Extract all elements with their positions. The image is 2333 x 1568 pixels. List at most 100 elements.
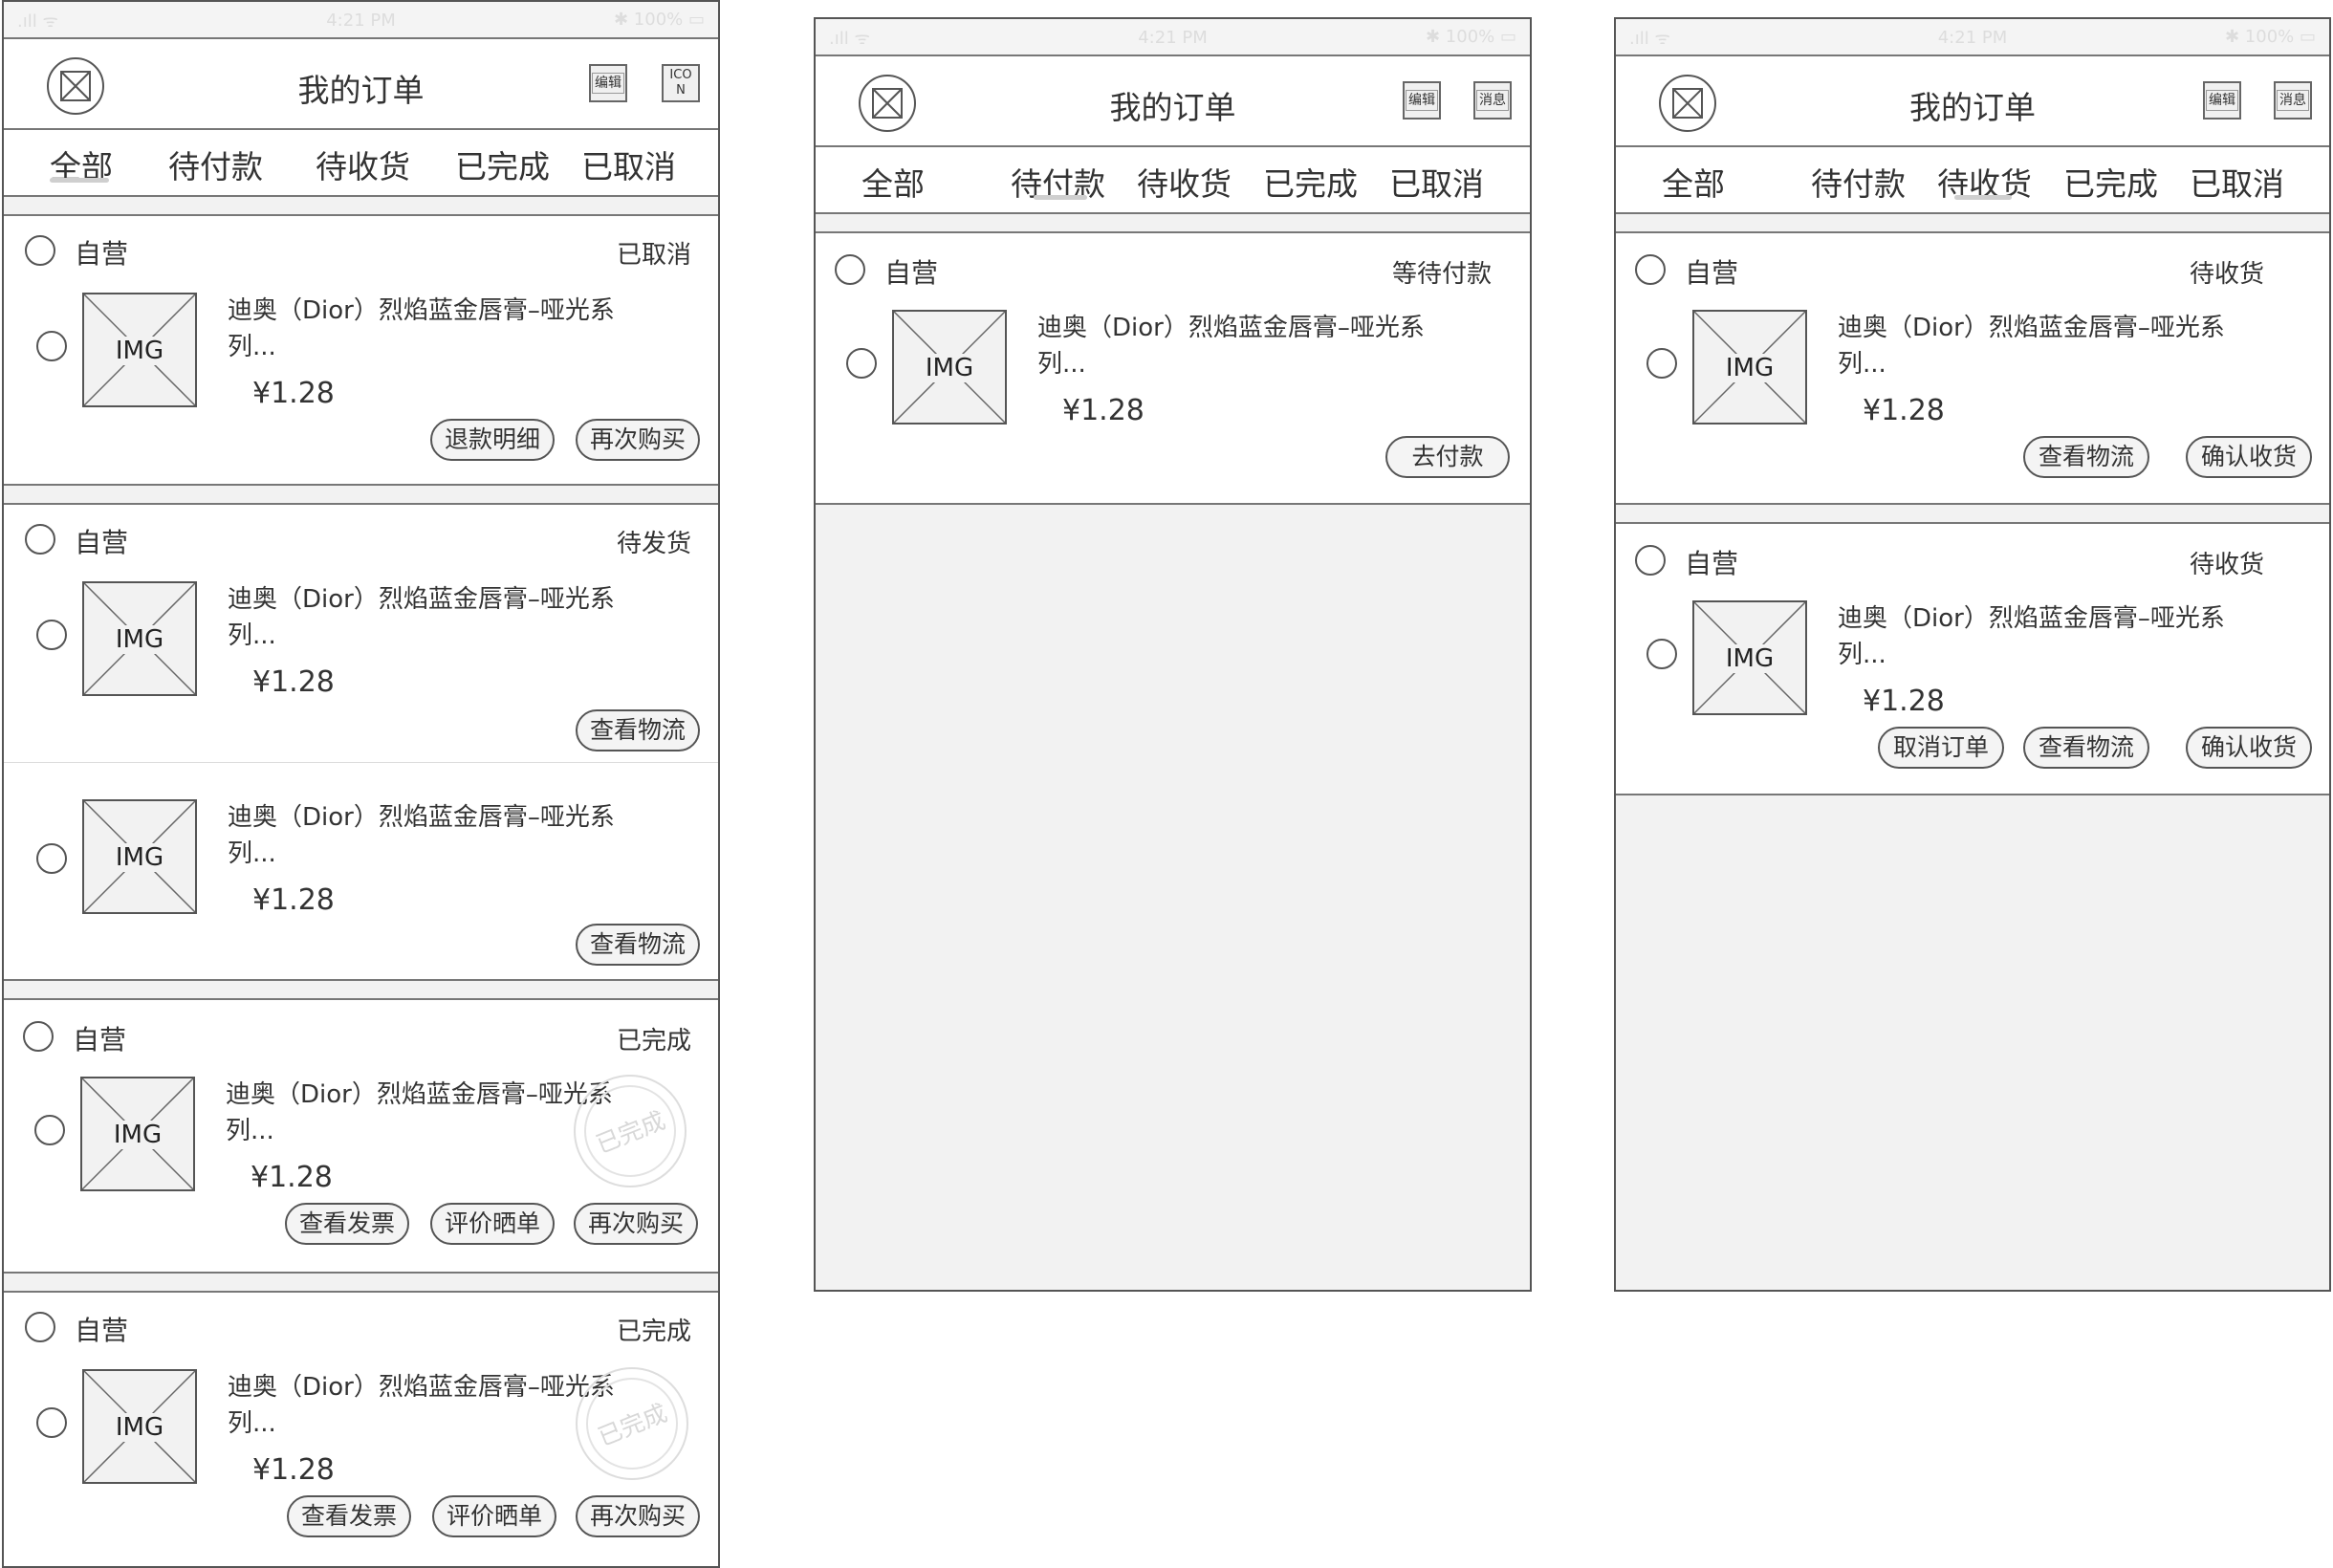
product-name[interactable]: 迪奥（Dior）烈焰蓝金唇膏–哑光系列... xyxy=(1838,600,2239,673)
completed-stamp: 已完成 xyxy=(572,1363,692,1484)
tab-all[interactable]: 全部 xyxy=(1662,159,1725,205)
tab-cancelled[interactable]: 已取消 xyxy=(2190,159,2284,205)
product-price: ¥1.28 xyxy=(1062,394,1145,427)
item-select-radio[interactable] xyxy=(34,1115,65,1145)
tab-completed[interactable]: 已完成 xyxy=(1263,159,1358,205)
edit-button[interactable]: 编辑 xyxy=(2203,81,2241,120)
tab-cancelled[interactable]: 已取消 xyxy=(581,142,676,187)
edit-button[interactable]: 编辑 xyxy=(1403,81,1441,120)
icon-button[interactable]: ICON xyxy=(662,64,700,102)
message-button[interactable]: 消息 xyxy=(2274,81,2312,120)
item-select-radio[interactable] xyxy=(36,331,67,361)
view-invoice-button[interactable]: 查看发票 xyxy=(287,1495,411,1537)
review-button[interactable]: 评价晒单 xyxy=(430,1203,555,1245)
buy-again-button[interactable]: 再次购买 xyxy=(576,1495,700,1537)
shop-name: 自营 xyxy=(75,238,129,270)
tab-pending-receipt[interactable]: 待收货 xyxy=(1137,159,1232,205)
shop-name: 自营 xyxy=(75,527,129,558)
product-price: ¥1.28 xyxy=(251,1161,333,1194)
order-select-radio[interactable] xyxy=(25,524,55,555)
product-name[interactable]: 迪奥（Dior）烈焰蓝金唇膏–哑光系列... xyxy=(228,581,629,654)
refund-detail-button[interactable]: 退款明细 xyxy=(430,419,555,461)
product-price: ¥1.28 xyxy=(1863,394,1945,427)
tab-all[interactable]: 全部 xyxy=(861,159,925,205)
order-status: 待发货 xyxy=(616,530,691,558)
product-price: ¥1.28 xyxy=(252,377,335,410)
item-select-radio[interactable] xyxy=(36,843,67,874)
order-select-radio[interactable] xyxy=(1635,254,1666,285)
empty-area xyxy=(816,505,1530,1270)
product-price: ¥1.28 xyxy=(252,883,335,917)
order-select-radio[interactable] xyxy=(1635,545,1666,576)
product-image: IMG xyxy=(82,581,197,696)
tab-completed[interactable]: 已完成 xyxy=(2063,159,2158,205)
product-price: ¥1.28 xyxy=(252,665,335,699)
item-select-radio[interactable] xyxy=(846,348,877,379)
product-name[interactable]: 迪奥（Dior）烈焰蓝金唇膏–哑光系列... xyxy=(1037,310,1439,382)
order-card: 自营 待收货 IMG 迪奥（Dior）烈焰蓝金唇膏–哑光系列... ¥1.28 … xyxy=(1616,233,2329,505)
tab-pending-receipt[interactable]: 待收货 xyxy=(316,142,410,187)
order-card: 自营 已完成 IMG 迪奥（Dior）烈焰蓝金唇膏–哑光系列... 已完成 ¥1… xyxy=(4,1293,718,1566)
phone-screen-pending-payment: .ıll ᯤ 4:21 PM ✱ 100% ▭ 我的订单 编辑 消息 全部 待付款 … xyxy=(814,17,1532,1292)
tab-cancelled[interactable]: 已取消 xyxy=(1389,159,1484,205)
order-status: 已取消 xyxy=(616,241,691,270)
order-item: IMG 迪奥（Dior）烈焰蓝金唇膏–哑光系列... ¥1.28 查看物流 xyxy=(4,763,718,981)
order-status: 等待付款 xyxy=(1391,260,1492,289)
item-select-radio[interactable] xyxy=(36,1407,67,1438)
product-price: ¥1.28 xyxy=(1863,685,1945,718)
product-price: ¥1.28 xyxy=(252,1453,335,1487)
pay-now-button[interactable]: 去付款 xyxy=(1385,436,1510,478)
product-image: IMG xyxy=(82,293,197,407)
edit-button[interactable]: 编辑 xyxy=(589,64,627,102)
shop-name: 自营 xyxy=(1685,257,1739,289)
product-image: IMG xyxy=(1692,310,1807,425)
product-image: IMG xyxy=(1692,600,1807,715)
track-shipment-button[interactable]: 查看物流 xyxy=(2023,727,2149,769)
shop-name: 自营 xyxy=(1685,548,1739,579)
shop-name: 自营 xyxy=(75,1315,129,1346)
completed-stamp: 已完成 xyxy=(570,1071,690,1191)
order-select-radio[interactable] xyxy=(25,1312,55,1342)
message-button[interactable]: 消息 xyxy=(1473,81,1512,120)
product-image: IMG xyxy=(892,310,1007,425)
track-shipment-button[interactable]: 查看物流 xyxy=(576,924,700,966)
active-tab-indicator xyxy=(50,178,109,183)
nav-bar: 我的订单 编辑 消息 xyxy=(816,56,1530,147)
view-invoice-button[interactable]: 查看发票 xyxy=(285,1203,409,1245)
order-tabs: 全部 待付款 待收货 已完成 已取消 xyxy=(816,147,1530,214)
order-select-radio[interactable] xyxy=(23,1021,54,1052)
product-name[interactable]: 迪奥（Dior）烈焰蓝金唇膏–哑光系列... xyxy=(228,799,629,872)
nav-bar: 我的订单 编辑 ICON xyxy=(4,39,718,130)
product-name[interactable]: 迪奥（Dior）烈焰蓝金唇膏–哑光系列... xyxy=(228,293,629,365)
buy-again-button[interactable]: 再次购买 xyxy=(576,419,700,461)
order-status: 已完成 xyxy=(616,1318,691,1346)
product-name[interactable]: 迪奥（Dior）烈焰蓝金唇膏–哑光系列... xyxy=(226,1077,627,1149)
order-card: 自营 待发货 IMG 迪奥（Dior）烈焰蓝金唇膏–哑光系列... ¥1.28 … xyxy=(4,505,718,763)
confirm-receipt-button[interactable]: 确认收货 xyxy=(2186,727,2312,769)
product-image: IMG xyxy=(82,799,197,914)
item-select-radio[interactable] xyxy=(36,620,67,650)
confirm-receipt-button[interactable]: 确认收货 xyxy=(2186,436,2312,478)
shop-name: 自营 xyxy=(884,257,939,289)
order-status: 待收货 xyxy=(2189,551,2264,579)
tab-pending-payment[interactable]: 待付款 xyxy=(168,142,263,187)
order-select-radio[interactable] xyxy=(835,254,865,285)
cancel-order-button[interactable]: 取消订单 xyxy=(1878,727,2004,769)
buy-again-button[interactable]: 再次购买 xyxy=(574,1203,698,1245)
tab-completed[interactable]: 已完成 xyxy=(455,142,550,187)
track-shipment-button[interactable]: 查看物流 xyxy=(576,709,700,751)
shop-name: 自营 xyxy=(73,1024,127,1056)
status-bar: .ıll ᯤ 4:21 PM ✱ 100% ▭ xyxy=(816,19,1530,56)
track-shipment-button[interactable]: 查看物流 xyxy=(2023,436,2149,478)
review-button[interactable]: 评价晒单 xyxy=(432,1495,556,1537)
order-card: 自营 已取消 IMG 迪奥（Dior）烈焰蓝金唇膏–哑光系列... ¥1.28 … xyxy=(4,216,718,486)
item-select-radio[interactable] xyxy=(1646,348,1677,379)
order-tabs: 全部 待付款 待收货 已完成 已取消 xyxy=(4,130,718,197)
product-name[interactable]: 迪奥（Dior）烈焰蓝金唇膏–哑光系列... xyxy=(228,1369,629,1442)
product-name[interactable]: 迪奥（Dior）烈焰蓝金唇膏–哑光系列... xyxy=(1838,310,2239,382)
status-bar: .ıll ᯤ 4:21 PM ✱ 100% ▭ xyxy=(4,2,718,39)
item-select-radio[interactable] xyxy=(1646,639,1677,669)
order-card: 自营 已完成 IMG 迪奥（Dior）烈焰蓝金唇膏–哑光系列... 已完成 ¥1… xyxy=(4,1000,718,1274)
tab-pending-payment[interactable]: 待付款 xyxy=(1811,159,1906,205)
order-select-radio[interactable] xyxy=(25,235,55,266)
